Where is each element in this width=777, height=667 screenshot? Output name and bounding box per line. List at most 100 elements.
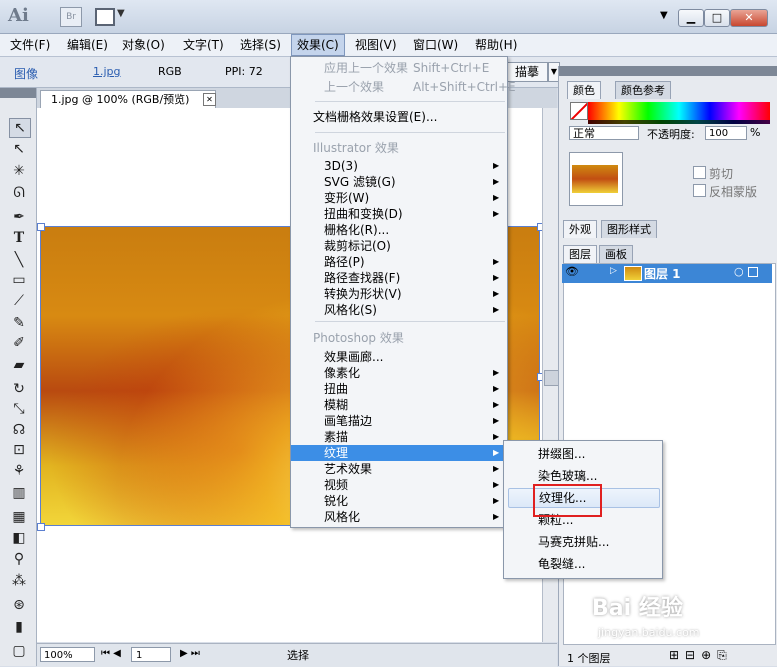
free-transform-tool-icon[interactable]: ⊡ [9,441,29,459]
nav-arrows-icon[interactable]: ⏮ ◀ [101,648,121,659]
menu-item-convert-to-shape[interactable]: 转换为形状(V) ▶ [291,286,507,302]
menu-select[interactable]: 选择(S) [235,34,286,56]
menu-effect[interactable]: 效果(C) [291,34,345,56]
color-spectrum-shades[interactable] [588,120,770,124]
scale-tool-icon[interactable]: ⤡ [9,400,29,418]
menu-edit[interactable]: 编辑(E) [62,34,113,56]
menu-item-distort[interactable]: 扭曲 ▶ [291,381,507,397]
menu-item-rasterize[interactable]: 栅格化(R)... [291,222,507,238]
menu-view[interactable]: 视图(V) [350,34,402,56]
expand-arrow-icon[interactable]: ▷ [610,266,617,276]
column-graph-tool-icon[interactable]: ▥ [9,484,29,502]
menu-item-brush-strokes[interactable]: 画笔描边 ▶ [291,413,507,429]
symbol-sprayer-tool-icon[interactable]: ⚘ [9,462,29,480]
layer-row[interactable]: 👁 ▷ 图层 1 ○ [562,264,772,283]
no-fill-swatch[interactable] [570,102,588,120]
blend-tool-icon[interactable]: ⁂ [9,572,29,590]
layer-name[interactable]: 图层 1 [644,265,681,282]
blob-brush-tool-icon[interactable]: ✐ [9,334,29,352]
eyedropper-tool-icon[interactable]: ⚲ [9,550,29,568]
target-icon[interactable]: ○ [734,265,744,278]
menu-item-pixelate[interactable]: 像素化 ▶ [291,365,507,381]
pen-tool-icon[interactable]: ✒ [9,208,29,226]
menu-item-distort-transform[interactable]: 扭曲和变换(D) ▶ [291,206,507,222]
eye-icon[interactable]: 👁 [565,265,579,278]
paintbrush-tool-icon[interactable]: ⟋ [9,292,29,310]
selection-indicator-icon[interactable] [748,267,758,277]
menu-item-sketch[interactable]: 素描 ▶ [291,429,507,445]
menu-item-path[interactable]: 路径(P) ▶ [291,254,507,270]
lasso-tool-icon[interactable]: ᘏ [9,184,29,202]
invert-mask-checkbox[interactable] [693,184,706,197]
menu-item-artistic[interactable]: 艺术效果 ▶ [291,461,507,477]
menu-item-crop-marks[interactable]: 裁剪标记(O) [291,238,507,254]
direct-selection-tool-icon[interactable]: ↖ [9,140,29,158]
file-link[interactable]: 1.jpg [93,65,121,78]
minimize-button[interactable]: ▁ [678,9,704,27]
maximize-button[interactable]: □ [704,9,730,27]
menu-object[interactable]: 对象(O) [117,34,170,56]
menu-item-stylize-photoshop[interactable]: 风格化 ▶ [291,509,507,525]
menu-item-pathfinder[interactable]: 路径查找器(F) ▶ [291,270,507,286]
warp-tool-icon[interactable]: ☊ [9,421,29,439]
blend-mode-select[interactable]: 正常 [569,126,639,140]
menu-item-warp[interactable]: 变形(W) ▶ [291,190,507,206]
nav-arrows-icon[interactable]: ▶ ⏭ [180,648,200,659]
screen-mode-icon[interactable]: ▢ [9,642,29,660]
menu-item-blur[interactable]: 模糊 ▶ [291,397,507,413]
panel-grip[interactable] [0,88,36,98]
selection-handle[interactable] [37,523,45,531]
menu-item-stylize-illustrator[interactable]: 风格化(S) ▶ [291,302,507,318]
submenu-item-patchwork[interactable]: 拼缀图... [504,445,662,463]
scrollbar-thumb[interactable] [544,370,559,386]
opacity-input[interactable]: 100 [705,126,747,140]
menu-file[interactable]: 文件(F) [5,34,55,56]
submenu-item-stained-glass[interactable]: 染色玻璃... [504,467,662,485]
line-tool-icon[interactable]: ╲ [9,251,29,269]
menu-item-svg-filters[interactable]: SVG 滤镜(G) ▶ [291,174,507,190]
submenu-item-craquelure[interactable]: 龟裂缝... [504,555,662,573]
panel-grip[interactable] [559,66,777,76]
arrange-documents-icon[interactable] [95,8,115,26]
menu-item-effect-gallery[interactable]: 效果画廊... [291,349,507,365]
menu-item-sharpen[interactable]: 锐化 ▶ [291,493,507,509]
menu-item-texture[interactable]: 纹理 ▶ [291,445,507,461]
layer-actions-icons[interactable]: ⊞⊟⊕⎘ [669,648,733,663]
submenu-item-mosaic-tiles[interactable]: 马赛克拼贴... [504,533,662,551]
menu-item-video[interactable]: 视频 ▶ [291,477,507,493]
selection-tool-icon[interactable]: ↖ [9,118,31,138]
tab-artboards[interactable]: 画板 [599,245,633,263]
rotate-tool-icon[interactable]: ↻ [9,380,29,398]
zoom-field[interactable]: 100% [40,647,95,662]
hand-tool-icon[interactable]: ▮ [9,618,29,636]
chevron-down-icon[interactable]: ▼ [117,8,125,19]
mask-thumbnail[interactable] [569,152,623,206]
tab-graphic-styles[interactable]: 图形样式 [601,220,657,238]
tab-color[interactable]: 颜色 [567,81,601,99]
bridge-button[interactable]: Br [60,7,82,27]
tab-layers[interactable]: 图层 [563,245,597,263]
close-icon[interactable]: ✕ [203,93,216,106]
menu-window[interactable]: 窗口(W) [408,34,463,56]
menu-help[interactable]: 帮助(H) [470,34,522,56]
menu-item-raster-settings[interactable]: 文档栅格效果设置(E)... [291,109,507,125]
menu-item-3d[interactable]: 3D(3) ▶ [291,158,507,174]
selection-handle[interactable] [37,223,45,231]
close-button[interactable]: ✕ [730,9,768,27]
clip-checkbox[interactable] [693,166,706,179]
rectangle-tool-icon[interactable]: ▭ [9,271,29,289]
type-tool-icon[interactable]: T [9,229,29,247]
document-menu-arrow[interactable]: ▼ [660,10,668,21]
mesh-tool-icon[interactable]: ▦ [9,508,29,526]
page-field[interactable]: 1 [131,647,171,662]
tab-color-guide[interactable]: 颜色参考 [615,81,671,99]
tab-appearance[interactable]: 外观 [563,220,597,238]
eraser-tool-icon[interactable]: ▰ [9,356,29,374]
live-paint-tool-icon[interactable]: ⊛ [9,596,29,614]
pencil-tool-icon[interactable]: ✎ [9,314,29,332]
color-spectrum[interactable] [588,102,770,120]
menu-type[interactable]: 文字(T) [178,34,229,56]
document-tab[interactable]: 1.jpg @ 100% (RGB/预览) ✕ [40,90,216,108]
gradient-tool-icon[interactable]: ◧ [9,529,29,547]
magic-wand-tool-icon[interactable]: ✳ [9,162,29,180]
